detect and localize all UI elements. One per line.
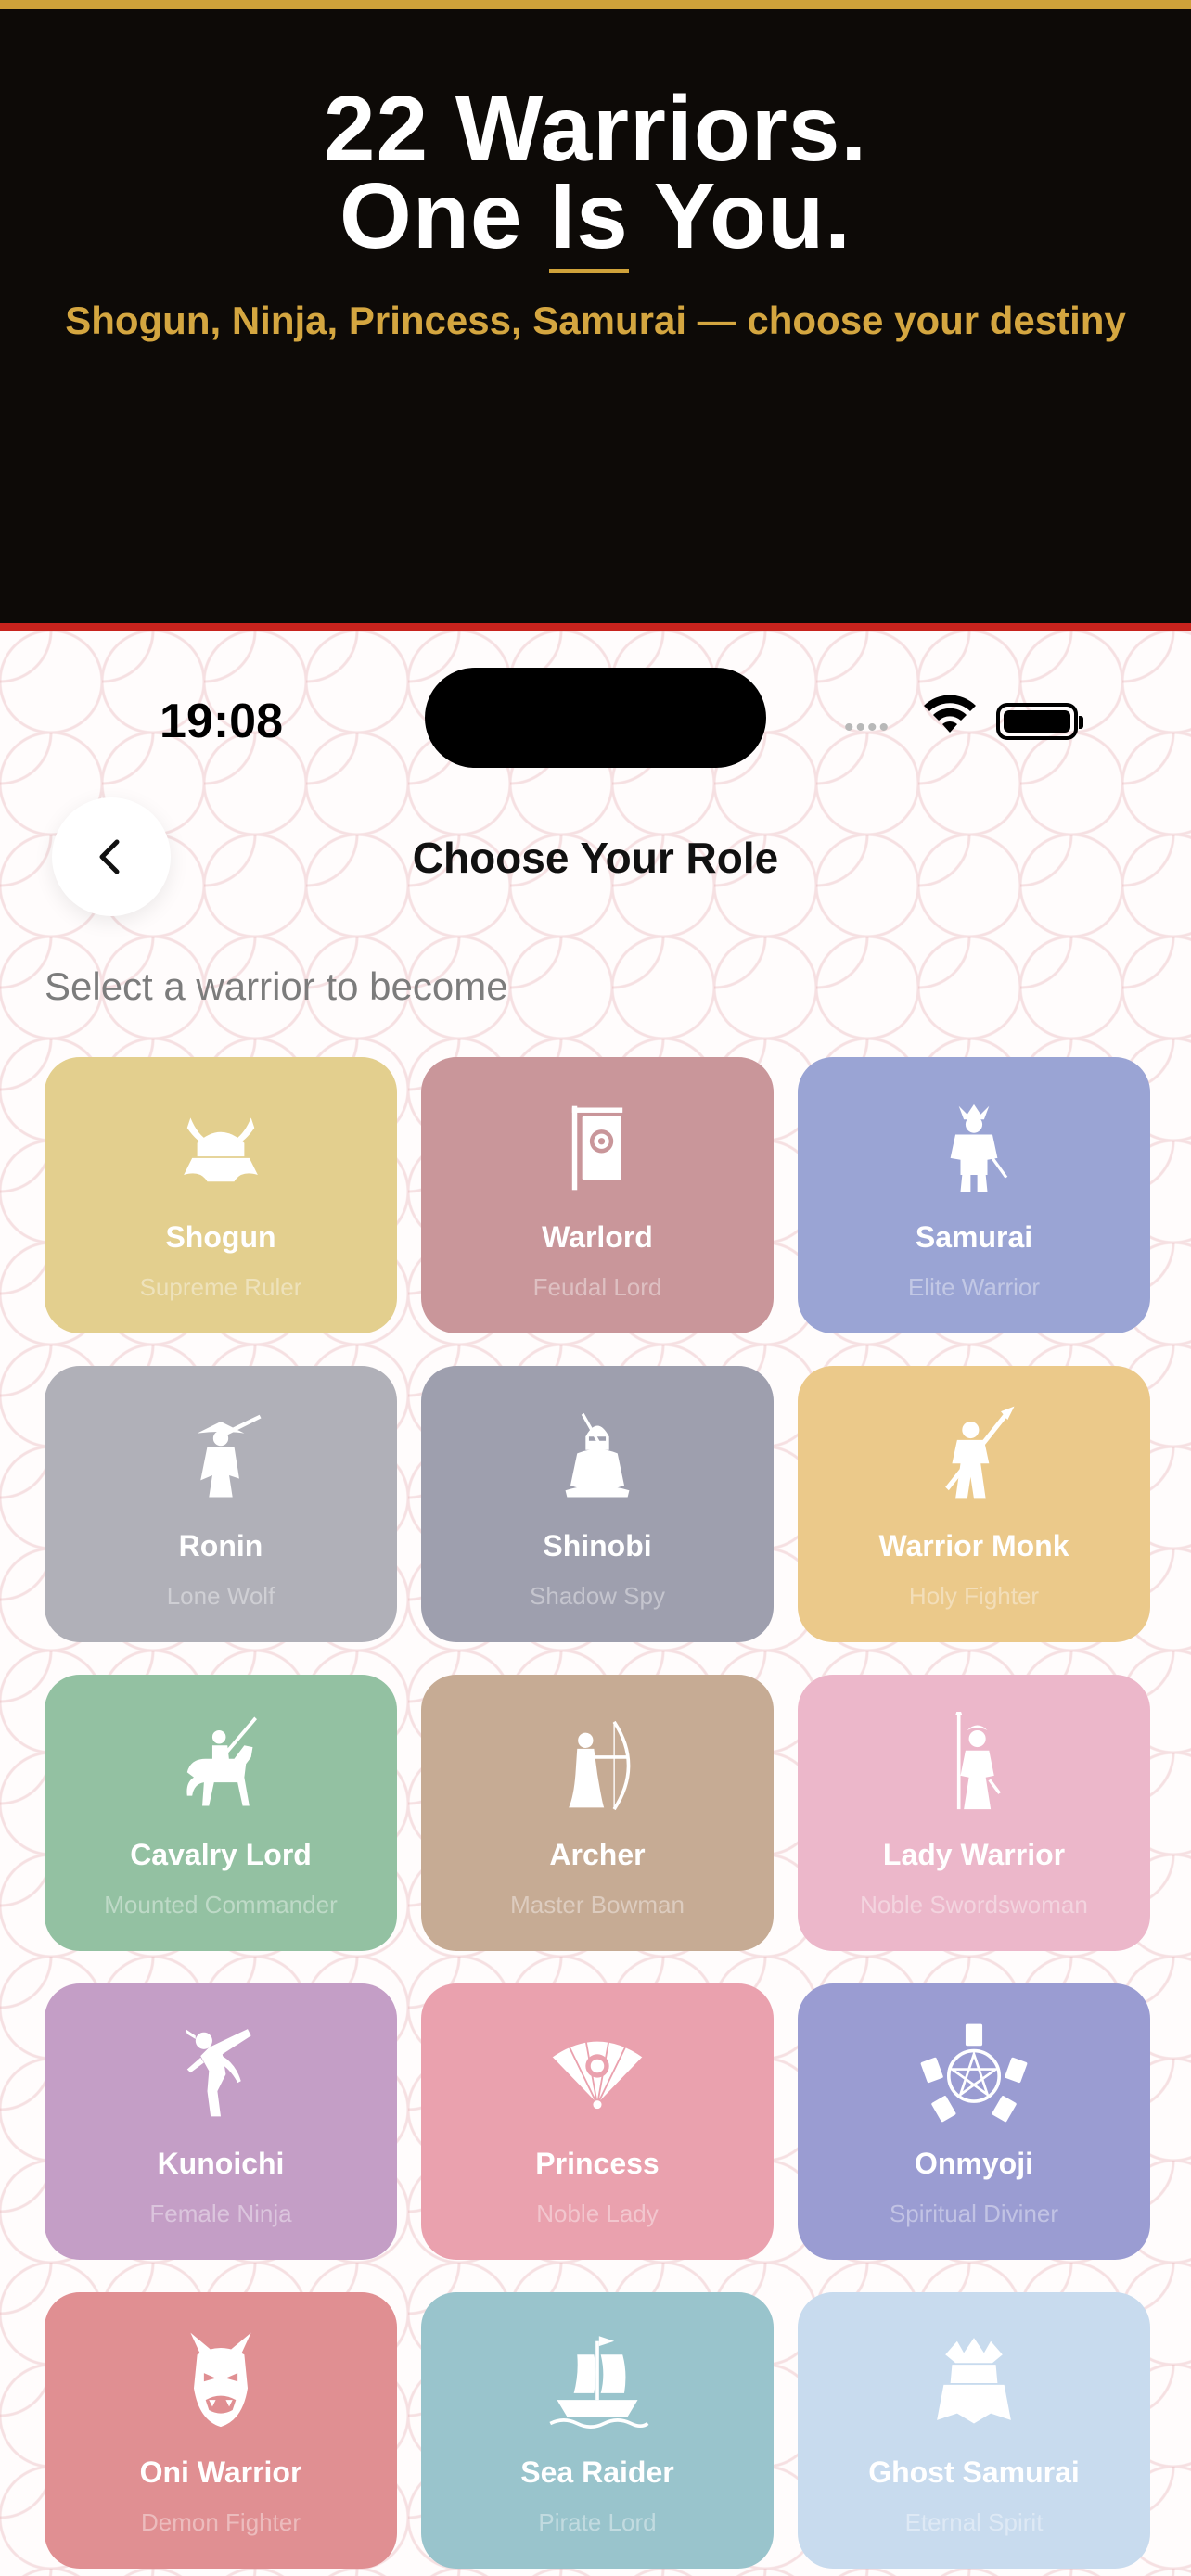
role-card-ghost-samurai[interactable]: Ghost Samurai Eternal Spirit	[798, 2292, 1150, 2569]
headline-word-you: You.	[653, 164, 852, 268]
headline-word-one: One	[339, 164, 523, 268]
role-description: Demon Fighter	[141, 2508, 301, 2536]
hooded-ninja-icon	[421, 1403, 774, 1511]
role-card-warlord[interactable]: Warlord Feudal Lord	[421, 1057, 774, 1333]
role-card-warrior-monk[interactable]: Warrior Monk Holy Fighter	[798, 1366, 1150, 1642]
pentagram-seal-icon	[798, 2021, 1150, 2128]
role-description: Pirate Lord	[538, 2508, 657, 2536]
role-card-sea-raider[interactable]: Sea Raider Pirate Lord	[421, 2292, 774, 2569]
headline-line-2: One Is You.	[0, 164, 1191, 273]
naginata-lady-icon	[798, 1712, 1150, 1819]
role-card-oni-warrior[interactable]: Oni Warrior Demon Fighter	[45, 2292, 397, 2569]
war-banner-icon	[421, 1094, 774, 1202]
gold-top-line	[0, 0, 1191, 9]
role-name: Warlord	[542, 1220, 653, 1254]
role-card-cavalry-lord[interactable]: Cavalry Lord Mounted Commander	[45, 1675, 397, 1951]
role-name: Princess	[535, 2147, 660, 2180]
battery-full-icon	[996, 703, 1083, 740]
role-name: Onmyoji	[914, 2147, 1033, 2180]
role-name: Sea Raider	[520, 2455, 674, 2489]
role-name: Lady Warrior	[882, 1838, 1066, 1871]
nav-bar: Choose Your Role	[0, 797, 1191, 918]
role-name: Ghost Samurai	[868, 2455, 1080, 2489]
instruction-text: Select a warrior to become	[45, 964, 508, 1008]
headline-word-is: Is	[549, 164, 630, 273]
promo-banner: 22 Warriors. One Is You. Shogun, Ninja, …	[0, 0, 1191, 631]
bow-archer-icon	[421, 1712, 774, 1819]
oni-mask-icon	[45, 2329, 397, 2437]
dynamic-island	[425, 668, 766, 768]
horse-rider-icon	[45, 1712, 397, 1819]
naginata-monk-icon	[798, 1403, 1150, 1511]
role-card-onmyoji[interactable]: Onmyoji Spiritual Diviner	[798, 1983, 1150, 2260]
role-description: Spiritual Diviner	[889, 2200, 1059, 2227]
role-name: Kunoichi	[157, 2147, 285, 2180]
page-title: Choose Your Role	[412, 834, 779, 882]
role-description: Elite Warrior	[907, 1273, 1041, 1301]
role-card-kunoichi[interactable]: Kunoichi Female Ninja	[45, 1983, 397, 2260]
role-description: Noble Swordswoman	[860, 1891, 1088, 1919]
role-description: Mounted Commander	[104, 1891, 338, 1919]
role-name: Shinobi	[543, 1529, 652, 1562]
role-name: Ronin	[178, 1529, 263, 1562]
red-bottom-line	[0, 623, 1191, 631]
kabuto-helmet-icon	[45, 1094, 397, 1202]
role-name: Samurai	[915, 1220, 1033, 1254]
role-description: Eternal Spirit	[904, 2508, 1044, 2536]
folding-fan-icon	[421, 2021, 774, 2128]
status-time: 19:08	[160, 695, 283, 748]
role-card-shogun[interactable]: Shogun Supreme Ruler	[45, 1057, 397, 1333]
role-description: Lone Wolf	[166, 1582, 275, 1610]
kicking-ninja-icon	[45, 2021, 397, 2128]
ghost-samurai-icon	[798, 2329, 1150, 2437]
straw-hat-swordsman-icon	[45, 1403, 397, 1511]
role-card-archer[interactable]: Archer Master Bowman	[421, 1675, 774, 1951]
role-description: Supreme Ruler	[139, 1273, 302, 1301]
role-description: Master Bowman	[510, 1891, 685, 1919]
promo-subtitle: Shogun, Ninja, Princess, Samurai — choos…	[65, 299, 1126, 342]
promo-headline: 22 Warriors. One Is You.	[0, 77, 1191, 273]
sailing-ship-icon	[421, 2329, 774, 2437]
role-card-samurai[interactable]: Samurai Elite Warrior	[798, 1057, 1150, 1333]
role-card-ronin[interactable]: Ronin Lone Wolf	[45, 1366, 397, 1642]
role-description: Holy Fighter	[908, 1582, 1040, 1610]
role-name: Archer	[549, 1838, 646, 1871]
role-name: Warrior Monk	[878, 1529, 1069, 1562]
role-name: Oni Warrior	[139, 2455, 302, 2489]
role-description: Noble Lady	[536, 2200, 659, 2227]
armored-samurai-icon	[798, 1094, 1150, 1202]
role-name: Cavalry Lord	[130, 1838, 312, 1871]
status-bar: 19:08 ••••	[0, 668, 1191, 770]
role-card-lady-warrior[interactable]: Lady Warrior Noble Swordswoman	[798, 1675, 1150, 1951]
app-screen: 19:08 •••• Choose Your Role Select a war…	[0, 631, 1191, 2576]
role-name: Shogun	[165, 1220, 276, 1254]
headline-line-1: 22 Warriors.	[323, 77, 868, 181]
role-description: Feudal Lord	[532, 1273, 662, 1301]
role-description: Shadow Spy	[530, 1582, 665, 1610]
signal-dots-icon: ••••	[844, 712, 891, 743]
role-description: Female Ninja	[149, 2200, 292, 2227]
role-card-shinobi[interactable]: Shinobi Shadow Spy	[421, 1366, 774, 1642]
role-card-princess[interactable]: Princess Noble Lady	[421, 1983, 774, 2260]
wifi-icon	[924, 695, 976, 733]
